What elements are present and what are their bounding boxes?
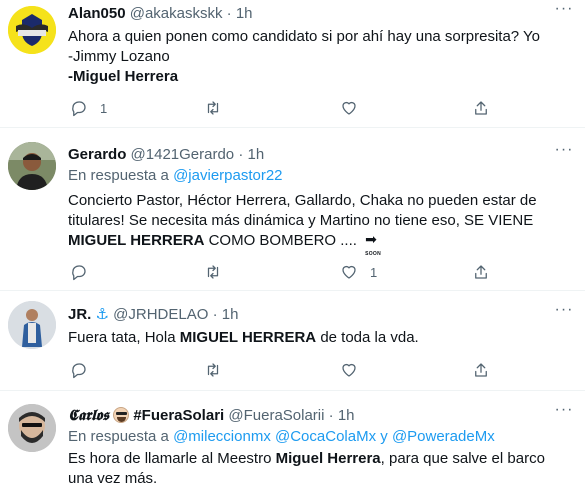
more-options-icon[interactable]: ··· (553, 142, 575, 163)
tweet-text-bold: Miguel Herrera (275, 450, 381, 467)
tweet-text-line: -Miguel Herrera (68, 68, 179, 85)
replying-to: En respuesta a @mileccionmx @CocaColaMx … (68, 427, 495, 447)
reply-button[interactable]: 1 (70, 98, 107, 118)
reply-button[interactable] (70, 360, 88, 380)
tweet-4[interactable]: 𝕮𝖆𝖗𝖑𝖔𝖘 #FueraSolari @FueraSolarii · 1h ·… (0, 391, 585, 501)
timestamp[interactable]: 1h (248, 146, 265, 163)
replying-to: En respuesta a @javierpastor22 (68, 166, 283, 186)
like-button[interactable]: 1 (340, 262, 377, 282)
more-options-icon[interactable]: ··· (553, 1, 575, 22)
tweet-text: Concierto Pastor, Héctor Herrera, Gallar… (68, 191, 565, 257)
reply-target-link[interactable]: @PoweradeMx (392, 428, 495, 445)
share-icon (475, 101, 487, 115)
avatar-carlos[interactable] (8, 404, 56, 452)
user-photo-icon (8, 301, 56, 349)
user-handle[interactable]: @FueraSolarii (228, 407, 324, 424)
reply-icon (72, 363, 86, 379)
user-photo-icon (8, 404, 56, 452)
like-button[interactable] (340, 360, 358, 380)
separator-dot: · (238, 146, 244, 163)
reply-button[interactable] (70, 262, 100, 282)
tweet-text: Ahora a quien ponen como candidato si po… (68, 27, 571, 87)
reply-and: y (380, 428, 388, 445)
tweet-text-line: Ahora a quien ponen como candidato si po… (68, 28, 541, 45)
separator-dot: · (226, 5, 232, 22)
retweet-icon (207, 101, 219, 115)
reply-target-link[interactable]: @CocaColaMx (275, 428, 376, 445)
heart-icon (342, 363, 356, 377)
reply-count: 1 (100, 100, 108, 116)
reply-target-link[interactable]: @javierpastor22 (173, 167, 282, 184)
tweet-1[interactable]: Alan050 @akakaskskk · 1h ··· Ahora a qui… (0, 0, 585, 128)
reply-icon (72, 101, 86, 117)
timestamp[interactable]: 1h (236, 5, 253, 22)
user-handle[interactable]: @1421Gerardo (131, 146, 235, 163)
reply-icon (72, 265, 86, 281)
tweet-text: Fuera tata, Hola MIGUEL HERRERA de toda … (68, 328, 571, 348)
tweet-text-part: de toda la vda. (320, 329, 419, 346)
club-america-logo-icon (8, 6, 56, 54)
avatar-gerardo[interactable] (8, 142, 56, 190)
soon-emoji-icon: ➡ SOON (363, 232, 387, 257)
share-icon (475, 363, 487, 377)
tweet-actions: 1 (68, 262, 508, 282)
share-icon (475, 265, 487, 279)
retweet-icon (207, 265, 219, 279)
reply-target-link[interactable]: @mileccionmx (173, 428, 271, 445)
tweet-actions (68, 360, 508, 380)
tweet-3[interactable]: JR. ⚓ @JRHDELAO · 1h ··· Fuera tata, Hol… (0, 291, 585, 391)
timestamp[interactable]: 1h (338, 407, 355, 424)
tweet-actions: 1 (68, 98, 508, 118)
tweet-text-part: Concierto Pastor, Héctor Herrera, Gallar… (68, 192, 537, 229)
tweet-header: Gerardo @1421Gerardo · 1h (68, 145, 555, 165)
share-button[interactable] (472, 98, 490, 118)
tweet-text-part: Fuera tata, Hola (68, 329, 176, 346)
display-name-hashtag[interactable]: #FueraSolari (133, 407, 224, 424)
tweet-header: JR. ⚓ @JRHDELAO · 1h (68, 305, 555, 325)
display-name[interactable]: Gerardo (68, 146, 126, 163)
retweet-button[interactable] (204, 262, 222, 282)
tweet-header: Alan050 @akakaskskk · 1h (68, 4, 555, 24)
share-button[interactable] (472, 360, 490, 380)
avatar-alan050[interactable] (8, 6, 56, 54)
replying-to-label: En respuesta a (68, 428, 169, 445)
anchor-icon: ⚓ (95, 306, 109, 323)
user-photo-icon (8, 142, 56, 190)
tweet-text-bold: MIGUEL HERRERA (179, 329, 317, 346)
retweet-icon (207, 363, 219, 377)
tweet-text-bold: MIGUEL HERRERA (68, 232, 205, 249)
tweet-text: Es hora de llamarle al Meestro Miguel He… (68, 449, 555, 489)
like-count: 1 (370, 264, 378, 280)
tweet-text-part: COMO BOMBERO .... (208, 232, 357, 249)
user-handle[interactable]: @JRHDELAO (113, 306, 208, 323)
tweet-text-part: Es hora de llamarle al Meestro (68, 450, 272, 467)
retweet-button[interactable] (204, 98, 222, 118)
like-button[interactable] (340, 98, 370, 118)
bearded-face-emoji-icon (113, 407, 130, 423)
user-handle[interactable]: @akakaskskk (130, 5, 223, 22)
display-name[interactable]: Alan050 (68, 5, 126, 22)
display-name[interactable]: 𝕮𝖆𝖗𝖑𝖔𝖘 (68, 406, 109, 424)
heart-icon (342, 101, 356, 115)
heart-icon (342, 265, 356, 279)
retweet-button[interactable] (204, 360, 222, 380)
avatar-jr[interactable] (8, 301, 56, 349)
separator-dot: · (328, 407, 334, 424)
display-name[interactable]: JR. (68, 306, 91, 323)
tweet-text-line: -Jimmy Lozano (68, 48, 170, 65)
more-options-icon[interactable]: ··· (553, 402, 575, 423)
share-button[interactable] (472, 262, 490, 282)
tweet-header: 𝕮𝖆𝖗𝖑𝖔𝖘 #FueraSolari @FueraSolarii · 1h (68, 405, 555, 426)
timestamp[interactable]: 1h (222, 306, 239, 323)
separator-dot: · (212, 306, 218, 323)
replying-to-label: En respuesta a (68, 167, 169, 184)
tweet-2[interactable]: Gerardo @1421Gerardo · 1h ··· En respues… (0, 128, 585, 291)
more-options-icon[interactable]: ··· (553, 302, 575, 323)
